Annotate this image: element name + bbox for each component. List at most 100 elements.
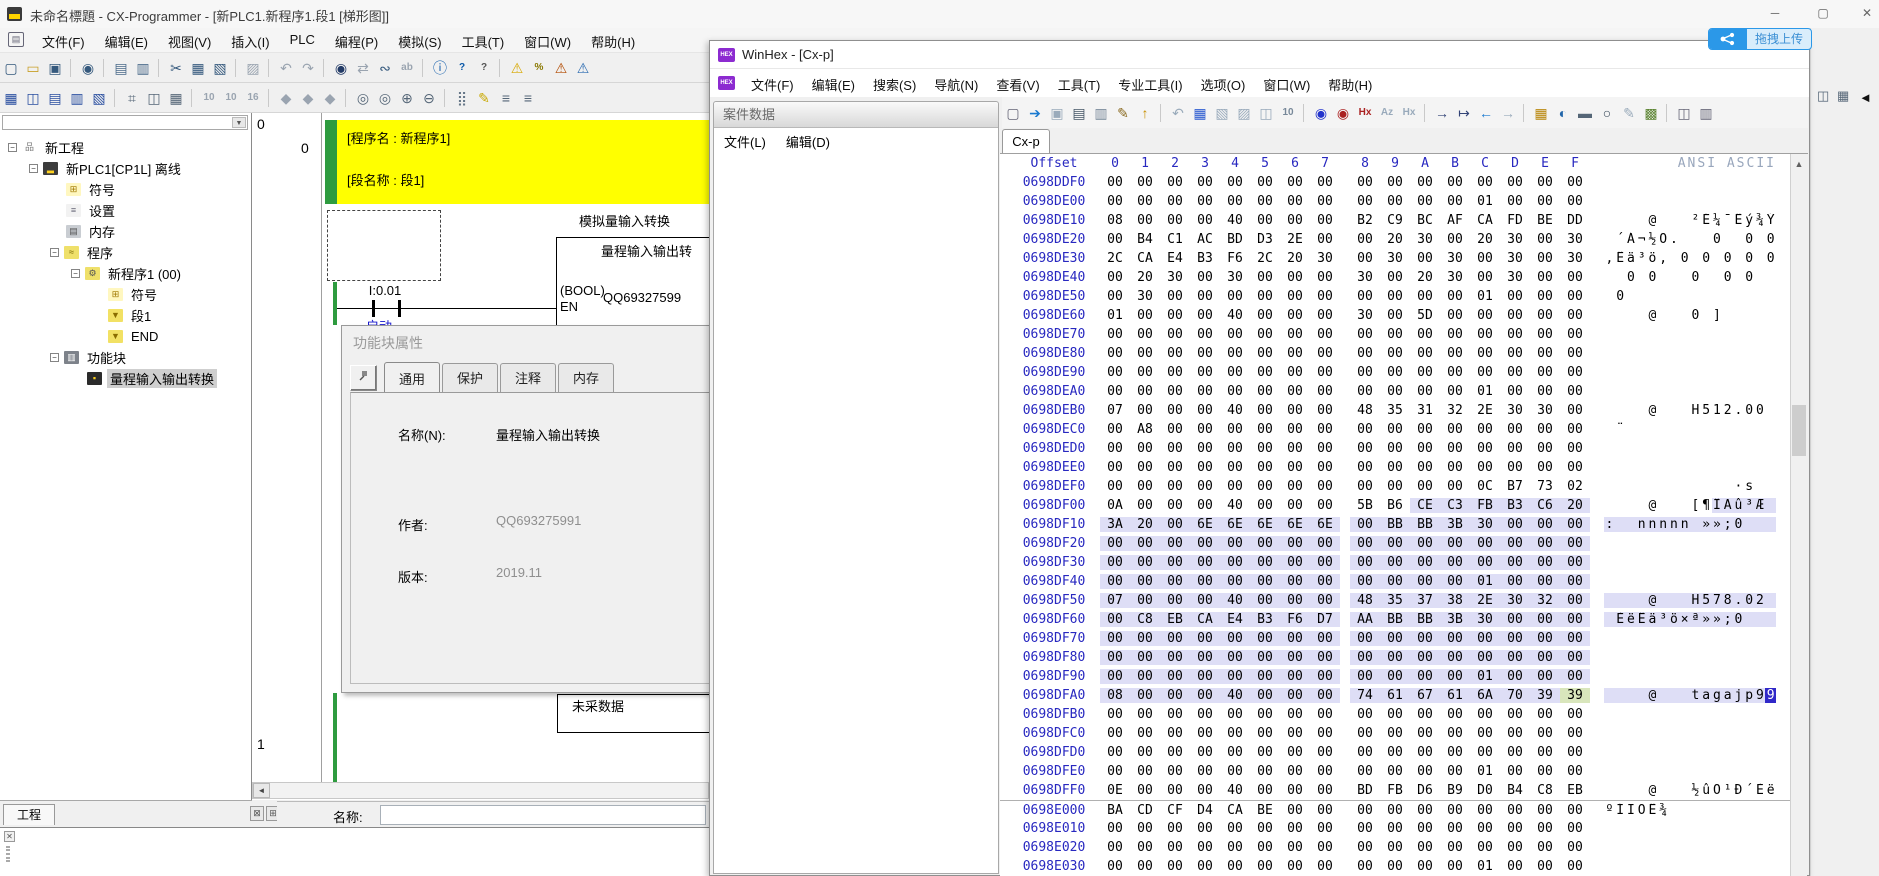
hex-byte[interactable]: 00	[1560, 650, 1590, 665]
ascii-char[interactable]	[1765, 517, 1776, 532]
hex-row[interactable]: 0698DF7000000000000000000000000000000000	[1000, 629, 1793, 648]
open-file-icon[interactable]: ➔	[1024, 103, 1046, 123]
hex-byte[interactable]: 00	[1500, 726, 1530, 741]
hex-byte[interactable]: 00	[1350, 707, 1380, 722]
window-grid-icon[interactable]: ◫	[1673, 103, 1695, 123]
hex-byte[interactable]: 00	[1380, 707, 1410, 722]
hex-byte[interactable]: 00	[1190, 270, 1220, 285]
ascii-char[interactable]	[1604, 270, 1615, 285]
copy-block-icon[interactable]: ▦	[1189, 103, 1211, 123]
hex-byte[interactable]: 00	[1470, 840, 1500, 855]
hex-byte[interactable]: 00	[1410, 175, 1440, 190]
hex-byte[interactable]: 00	[1100, 650, 1130, 665]
tools-icon[interactable]: ▩	[1640, 103, 1662, 123]
hex-byte[interactable]: CA	[1220, 803, 1250, 818]
hex-byte[interactable]: 00	[1380, 289, 1410, 304]
hex-search-icon[interactable]: Hx	[1354, 103, 1376, 123]
hex-byte[interactable]: 00	[1130, 213, 1160, 228]
ascii-char[interactable]	[1733, 232, 1744, 247]
hex-byte[interactable]: 00	[1470, 422, 1500, 437]
ascii-char[interactable]	[1755, 308, 1766, 323]
hex-byte[interactable]: 30	[1440, 251, 1470, 266]
hex-byte[interactable]: 30	[1500, 403, 1530, 418]
hex-byte[interactable]: 00	[1100, 289, 1130, 304]
hex-byte[interactable]: 00	[1530, 745, 1560, 760]
ascii-char[interactable]: 5	[1701, 403, 1712, 418]
hex-byte[interactable]: 00	[1280, 403, 1310, 418]
calculator-icon[interactable]: ▦	[1530, 103, 1552, 123]
force-cancel-icon[interactable]: ◆	[319, 88, 341, 108]
ascii-char[interactable]: º	[1604, 803, 1615, 818]
hex-byte[interactable]: 6E	[1220, 517, 1250, 532]
hex-byte[interactable]: 00	[1250, 308, 1280, 323]
hex-byte[interactable]: 00	[1100, 327, 1130, 342]
ascii-char[interactable]	[1755, 479, 1766, 494]
hex-byte[interactable]: 00	[1100, 821, 1130, 836]
ascii-char[interactable]	[1690, 251, 1701, 266]
hex-byte[interactable]: 00	[1160, 365, 1190, 380]
ascii-char[interactable]: ]	[1712, 308, 1723, 323]
hex-byte[interactable]: 00	[1130, 365, 1160, 380]
hex-byte[interactable]: 6A	[1470, 688, 1500, 703]
hex-byte[interactable]: 00	[1130, 631, 1160, 646]
winhex-titlebar[interactable]: HEX WinHex - [Cx-p]	[710, 41, 1809, 69]
ascii-char[interactable]: û	[1733, 498, 1744, 513]
hex-byte[interactable]: D4	[1190, 803, 1220, 818]
tab-通用[interactable]: 通用	[384, 362, 440, 393]
hex-byte[interactable]: 00	[1440, 726, 1470, 741]
ascii-char[interactable]	[1679, 270, 1690, 285]
tree-item[interactable]: −≈程序	[0, 242, 252, 263]
zoom-reset-icon[interactable]: ⊖	[418, 88, 440, 108]
ascii-char[interactable]: ×	[1679, 612, 1690, 627]
hex-byte[interactable]: 00	[1250, 821, 1280, 836]
hex-byte[interactable]: EB	[1560, 783, 1590, 798]
hex-byte[interactable]: 00	[1350, 745, 1380, 760]
hex-byte[interactable]: 00	[1380, 422, 1410, 437]
hex-byte[interactable]: 00	[1440, 365, 1470, 380]
ascii-char[interactable]: È	[1615, 612, 1626, 627]
hex-byte[interactable]: 00	[1280, 631, 1310, 646]
hex-byte[interactable]: 00	[1310, 650, 1340, 665]
hex-byte[interactable]: 01	[1470, 859, 1500, 874]
ascii-char[interactable]	[1604, 479, 1615, 494]
hex-byte[interactable]: 01	[1470, 289, 1500, 304]
hex-byte[interactable]: 00	[1350, 479, 1380, 494]
hex-row[interactable]: 0698DE5000300000000000000000000001000000…	[1000, 287, 1793, 306]
hex-byte[interactable]: 00	[1560, 365, 1590, 380]
magnifier-icon[interactable]: ○	[1596, 103, 1618, 123]
hex-byte[interactable]: 00	[1380, 441, 1410, 456]
hex-byte[interactable]: 00	[1560, 460, 1590, 475]
ascii-char[interactable]	[1647, 479, 1658, 494]
hex-byte[interactable]: 00	[1280, 745, 1310, 760]
hex-byte[interactable]: 02	[1560, 479, 1590, 494]
hex-byte[interactable]: 00	[1440, 859, 1470, 874]
hex-byte[interactable]: 40	[1220, 308, 1250, 323]
ascii-char[interactable]	[1722, 803, 1733, 818]
hex-byte[interactable]: 00	[1530, 289, 1560, 304]
hex-byte[interactable]: 00	[1440, 669, 1470, 684]
hex-byte[interactable]: 00	[1410, 422, 1440, 437]
hex-byte[interactable]: 00	[1250, 479, 1280, 494]
hex-byte[interactable]: 00	[1560, 194, 1590, 209]
text-search-icon[interactable]: Az	[1376, 103, 1398, 123]
hex-byte[interactable]: CA	[1130, 251, 1160, 266]
ascii-char[interactable]	[1712, 803, 1723, 818]
hex-byte[interactable]: 20	[1380, 232, 1410, 247]
hex-byte[interactable]: 00	[1380, 631, 1410, 646]
ascii-char[interactable]	[1615, 213, 1626, 228]
hex-byte[interactable]: 00	[1500, 707, 1530, 722]
ascii-char[interactable]: 0	[1765, 251, 1776, 266]
hex-byte[interactable]: 00	[1560, 384, 1590, 399]
hex-byte[interactable]: 00	[1220, 631, 1250, 646]
hex-byte[interactable]: 00	[1530, 460, 1560, 475]
ascii-char[interactable]	[1712, 251, 1723, 266]
tree-item[interactable]: −品新工程	[0, 137, 252, 158]
hex-byte[interactable]: 00	[1440, 384, 1470, 399]
ascii-char[interactable]: @	[1647, 403, 1658, 418]
ascii-char[interactable]	[1722, 479, 1733, 494]
ascii-char[interactable]	[1765, 612, 1776, 627]
hex-byte[interactable]: 00	[1310, 232, 1340, 247]
hex-row[interactable]: 0698DE8000000000000000000000000000000000	[1000, 344, 1793, 363]
hex-byte[interactable]: BB	[1380, 612, 1410, 627]
cut-icon[interactable]: ✂	[165, 58, 187, 78]
